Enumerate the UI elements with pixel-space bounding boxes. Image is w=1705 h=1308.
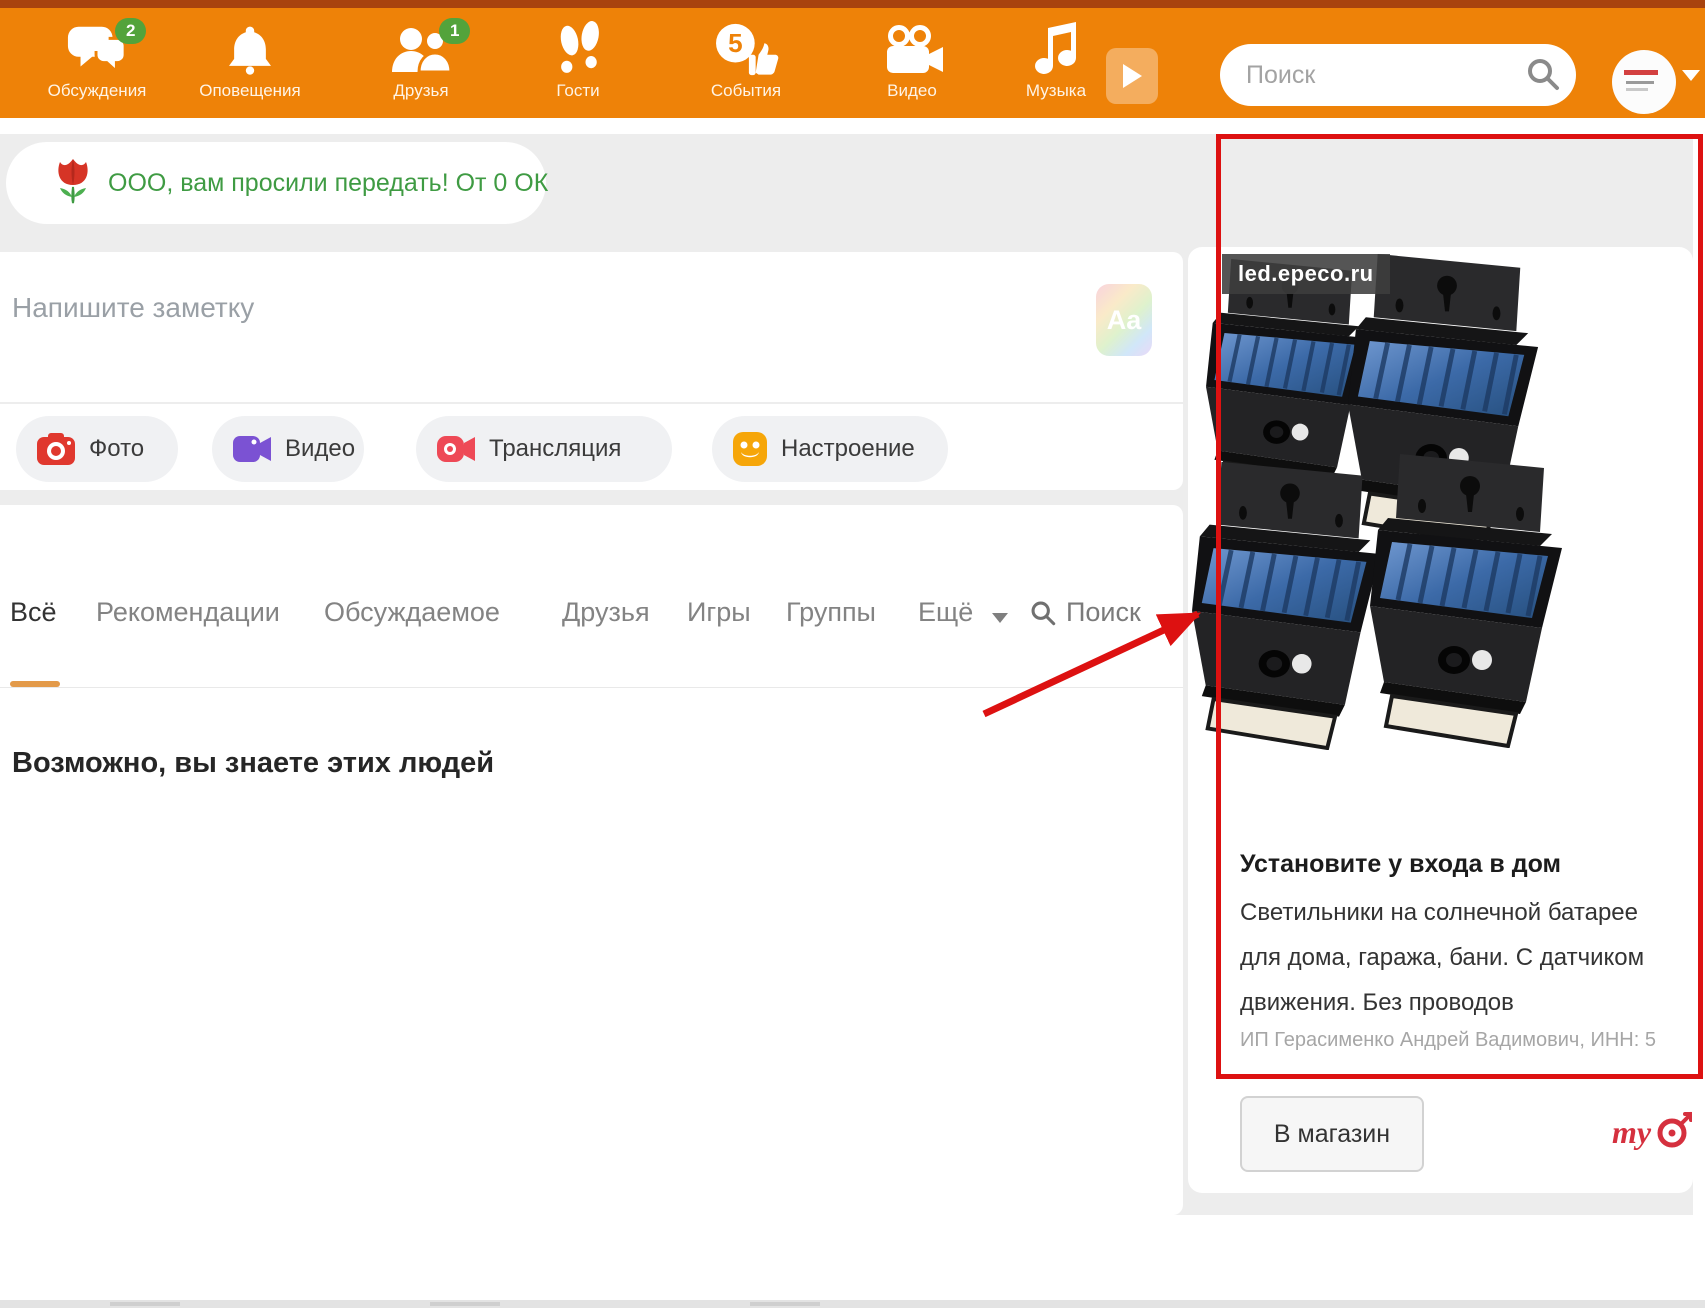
ad-card[interactable]: led.epeco.ru Установите у входа в дом Св… bbox=[1188, 247, 1693, 1193]
text-format-icon[interactable]: Aa bbox=[1096, 284, 1152, 356]
ad-domain-label: led.epeco.ru bbox=[1222, 254, 1390, 294]
nav-label: Гости bbox=[498, 81, 658, 101]
chevron-down-icon[interactable] bbox=[992, 613, 1008, 623]
events-count: 5 bbox=[728, 28, 743, 58]
broadcast-icon bbox=[436, 434, 476, 464]
nav-label: Видео bbox=[832, 81, 992, 101]
friends-icon bbox=[341, 16, 501, 78]
nav-item-guests[interactable]: Гости bbox=[498, 16, 658, 118]
events-icon: 5 bbox=[666, 16, 826, 78]
nav-label: Друзья bbox=[341, 81, 501, 101]
nav-item-friends[interactable]: Друзья 1 bbox=[341, 16, 501, 118]
nav-label: Обсуждения bbox=[17, 81, 177, 101]
discussions-badge: 2 bbox=[115, 18, 146, 44]
search-icon[interactable] bbox=[1526, 57, 1560, 96]
search-icon bbox=[1030, 600, 1056, 626]
action-label: Фото bbox=[89, 435, 144, 463]
video-camera-icon bbox=[832, 16, 992, 78]
nav-item-video[interactable]: Видео bbox=[832, 16, 992, 118]
solar-lamp-image bbox=[1370, 448, 1570, 748]
tab-discussed[interactable]: Обсуждаемое bbox=[324, 597, 500, 628]
music-player-button[interactable] bbox=[1106, 48, 1158, 104]
avatar[interactable] bbox=[1612, 50, 1676, 114]
mytarget-text: my bbox=[1612, 1114, 1652, 1150]
tab-recommendations[interactable]: Рекомендации bbox=[96, 597, 280, 628]
action-label: Настроение bbox=[781, 435, 915, 463]
topbar-accent-stripe bbox=[0, 0, 1705, 8]
divider bbox=[0, 402, 1183, 404]
video-button[interactable]: Видео bbox=[212, 416, 364, 482]
chat-icon bbox=[17, 16, 177, 78]
mood-icon bbox=[732, 431, 768, 467]
ad-shop-button[interactable]: В магазин bbox=[1240, 1096, 1424, 1172]
tab-groups[interactable]: Группы bbox=[786, 597, 876, 628]
nav-label: Оповещения bbox=[170, 81, 330, 101]
ok-social-page: Обсуждения 2 Оповещения Друзья 1 Гости 5 bbox=[0, 0, 1705, 1308]
photo-icon bbox=[36, 432, 76, 466]
notification-banner[interactable]: ООО, вам просили передать! От 0 ОК bbox=[6, 142, 546, 224]
bell-icon bbox=[170, 16, 330, 78]
notification-text: ООО, вам просили передать! От 0 ОК bbox=[108, 169, 548, 198]
play-icon bbox=[1121, 63, 1143, 89]
tab-feed-search[interactable]: Поиск bbox=[1030, 597, 1141, 628]
note-input[interactable]: Напишите заметку bbox=[12, 292, 254, 324]
mood-button[interactable]: Настроение bbox=[712, 416, 948, 482]
tulip-icon bbox=[54, 157, 92, 210]
top-navigation-bar: Обсуждения 2 Оповещения Друзья 1 Гости 5 bbox=[0, 8, 1705, 118]
tab-search-label: Поиск bbox=[1066, 597, 1141, 628]
broadcast-button[interactable]: Трансляция bbox=[416, 416, 672, 482]
feed-card: Всё Рекомендации Обсуждаемое Друзья Игры… bbox=[0, 505, 1183, 1215]
tab-games[interactable]: Игры bbox=[687, 597, 751, 628]
composer-card: Напишите заметку Aa Фото Видео Трансляци… bbox=[0, 252, 1183, 490]
nav-label: События bbox=[666, 81, 826, 101]
search-box bbox=[1220, 44, 1576, 106]
nav-item-notifications[interactable]: Оповещения bbox=[170, 16, 330, 118]
tab-more[interactable]: Ещё bbox=[918, 597, 973, 628]
divider bbox=[0, 687, 1183, 688]
photo-button[interactable]: Фото bbox=[16, 416, 178, 482]
tab-friends[interactable]: Друзья bbox=[562, 597, 650, 628]
profile-caret-down-icon[interactable] bbox=[1682, 70, 1700, 81]
action-label: Трансляция bbox=[489, 435, 621, 463]
mytarget-logo[interactable]: my bbox=[1612, 1105, 1692, 1162]
nav-item-discussions[interactable]: Обсуждения 2 bbox=[17, 16, 177, 118]
bottom-edge-strip bbox=[0, 1300, 1705, 1308]
action-label: Видео bbox=[285, 435, 355, 463]
friends-badge: 1 bbox=[439, 18, 470, 44]
ad-body: Светильники на солнечной батарее для дом… bbox=[1240, 890, 1685, 1025]
ad-disclaimer: ИП Герасименко Андрей Вадимович, ИНН: 5 bbox=[1240, 1029, 1656, 1052]
video-icon bbox=[232, 434, 272, 464]
tab-all[interactable]: Всё bbox=[10, 597, 57, 628]
search-input[interactable] bbox=[1246, 52, 1516, 98]
footprints-icon bbox=[498, 16, 658, 78]
ad-title: Установите у входа в дом bbox=[1240, 850, 1561, 879]
suggestions-heading: Возможно, вы знаете этих людей bbox=[12, 747, 494, 780]
solar-lamp-image bbox=[1192, 456, 1388, 750]
nav-item-events[interactable]: 5 События bbox=[666, 16, 826, 118]
